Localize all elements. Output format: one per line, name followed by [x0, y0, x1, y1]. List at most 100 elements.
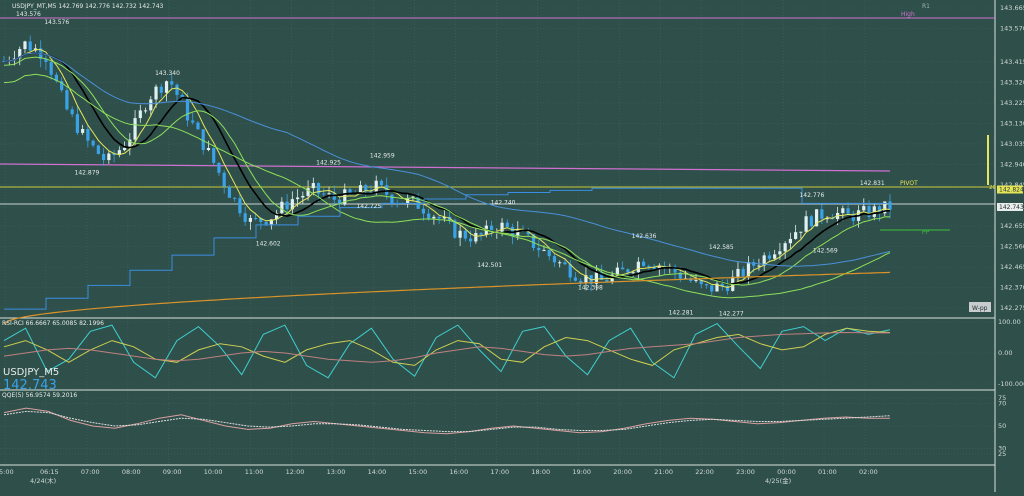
price-tick-label: 143.665	[1000, 4, 1024, 12]
candle-body	[102, 153, 106, 161]
candle-body	[122, 147, 127, 151]
candle-body	[385, 185, 389, 195]
candle-body	[154, 86, 158, 100]
swing-label: 142.501	[477, 262, 502, 269]
candle-body	[704, 284, 709, 286]
candle-body	[86, 128, 90, 141]
time-tick-label: 16:00	[449, 468, 468, 476]
candle-body	[783, 243, 787, 252]
candle-body	[311, 183, 315, 189]
time-tick-label: 15:00	[409, 468, 428, 476]
ma-black-line	[3, 51, 891, 285]
candle-body	[264, 221, 268, 225]
ind1-axis-label: 100.00	[998, 318, 1021, 326]
wpp-label: W-pp	[972, 305, 988, 312]
candle-body	[23, 41, 27, 50]
ma-yellow-line	[3, 49, 891, 289]
ma-blue-line	[3, 52, 891, 267]
candle-body	[222, 172, 226, 187]
price-tick-label: 143.320	[1000, 78, 1024, 86]
candle-body	[159, 86, 163, 93]
candle-body	[348, 189, 352, 193]
candle-body	[862, 206, 866, 211]
ma-orange-line	[3, 271, 891, 325]
candle-body	[164, 81, 169, 93]
ind1-axis-label: -100.0000	[998, 380, 1024, 388]
time-tick-label: 07:00	[81, 468, 100, 476]
candle-body	[788, 238, 792, 244]
candle-body	[647, 265, 651, 267]
price-tick-label: 142.370	[1000, 283, 1024, 291]
candle-body	[175, 84, 179, 95]
price-tick-label: 142.560	[1000, 242, 1024, 250]
candle-body	[694, 280, 698, 282]
swing-label: 142.277	[719, 311, 744, 318]
candle-body	[558, 262, 562, 264]
price-axis: 143.665 143.570 143.415 143.320 143.225 143.1…	[997, 4, 1024, 312]
candle-body	[757, 265, 761, 267]
candle-body	[295, 197, 300, 200]
swing-label: 142.725	[356, 203, 381, 210]
candle-body	[710, 285, 714, 292]
swing-label: 142.925	[316, 160, 341, 167]
rsi-rci-pane: 100.00 0.00 -100.0000	[0, 318, 1024, 388]
candle-body	[107, 153, 111, 161]
trading-chart[interactable]: 143.576 143.340 142.879 142.602 142.925 142.9…	[0, 0, 1024, 492]
pivot-label: PIVOT	[900, 180, 918, 187]
current-price-tag: 142.743	[999, 204, 1024, 211]
price-tick-label: 143.130	[1000, 119, 1024, 127]
candle-body	[804, 216, 808, 232]
candle-body	[767, 255, 772, 259]
candle-body	[741, 268, 745, 277]
ma-green-line	[3, 56, 891, 286]
candle-body	[621, 267, 625, 270]
candle-body	[631, 272, 635, 274]
swing-label: 143.340	[155, 70, 180, 77]
candle-body	[773, 254, 777, 259]
ind2-axis-label: 70	[998, 400, 1006, 408]
pivot-price-tag: 142.824	[999, 187, 1024, 194]
candle-body	[191, 120, 195, 123]
ind1-series-line	[3, 327, 891, 366]
swing-label: 142.602	[256, 240, 281, 247]
candle-body	[196, 122, 200, 130]
candle-body	[301, 195, 305, 198]
top-left-price: 143.576	[16, 11, 41, 18]
candle-body	[427, 213, 431, 219]
candle-body	[846, 208, 850, 214]
price-tick-label: 143.035	[1000, 140, 1024, 148]
candle-body	[736, 268, 740, 277]
candle-body	[468, 238, 473, 242]
candle-body	[537, 247, 541, 251]
candle-body	[248, 217, 253, 222]
time-tick-label: 5:00	[0, 468, 14, 476]
r1-line	[0, 163, 891, 172]
indicator2-title: QQE(5) 56.9574 59.2016	[2, 392, 77, 399]
ind1-series-line	[3, 322, 891, 379]
date-label: 4/24(木)	[30, 476, 56, 485]
candle-body	[820, 209, 824, 219]
time-tick-label: 12:00	[286, 468, 305, 476]
swing-label: 142.831	[860, 180, 885, 187]
candle-body	[474, 233, 478, 242]
ind1-axis-label: 0.00	[998, 349, 1012, 357]
time-tick-label: 11:00	[245, 468, 264, 476]
candle-body	[233, 197, 237, 199]
price-tick-label: 142.940	[1000, 160, 1024, 168]
candle-body	[379, 180, 384, 186]
side-20-label: 20	[989, 185, 996, 191]
candle-body	[841, 208, 845, 213]
swing-labels-layer: 143.576 143.340 142.879 142.602 142.925 142.9…	[44, 19, 885, 317]
price-tick-label: 142.275	[1000, 304, 1024, 312]
candle-body	[75, 114, 79, 133]
swing-label: 143.576	[44, 19, 69, 26]
ind2-axis-label: 50	[998, 422, 1006, 430]
price-tick-label: 143.570	[1000, 25, 1024, 33]
candle-body	[479, 233, 483, 235]
candle-body	[28, 41, 32, 51]
time-tick-label: 06:15	[40, 468, 59, 476]
candle-body	[421, 208, 426, 214]
time-tick-label: 13:00	[327, 468, 346, 476]
swing-label: 142.740	[491, 200, 516, 207]
candle-body	[542, 250, 546, 252]
